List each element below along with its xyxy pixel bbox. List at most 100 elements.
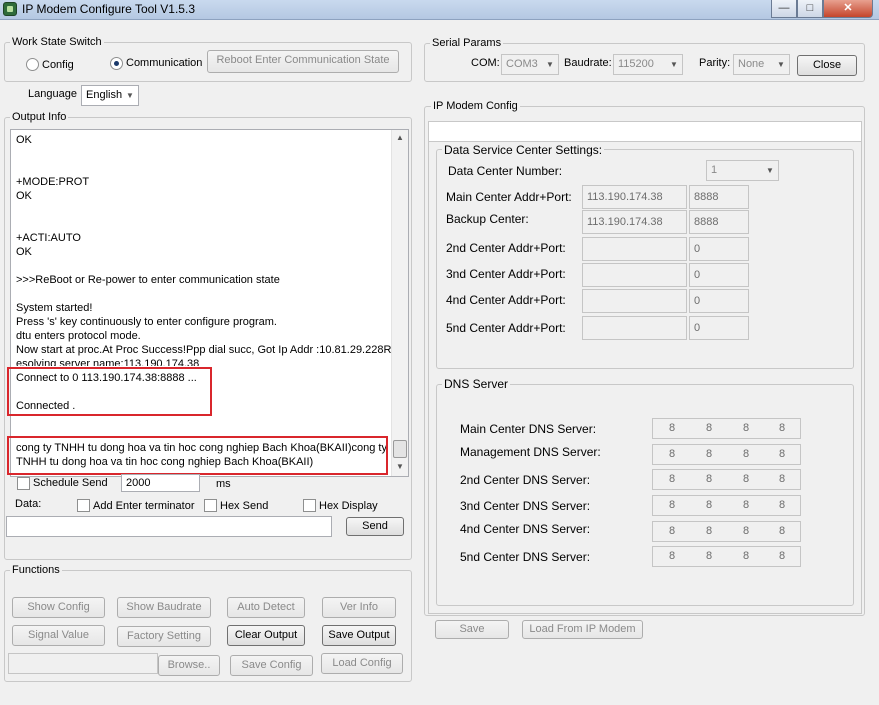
com-value: COM3 bbox=[506, 58, 538, 70]
dns-3-input[interactable]: 8 8 8 8 bbox=[652, 495, 801, 516]
ip-octet: 8 bbox=[778, 550, 786, 562]
center-4-addr-input[interactable] bbox=[582, 289, 687, 313]
main-center-port-input[interactable]: 8888 bbox=[689, 185, 749, 209]
app-icon bbox=[3, 2, 17, 16]
backup-center-port-input[interactable]: 8888 bbox=[689, 210, 749, 234]
save-ipmodem-button[interactable]: Save bbox=[435, 620, 509, 639]
data-input[interactable] bbox=[6, 516, 332, 537]
hex-display-checkbox[interactable] bbox=[303, 499, 316, 512]
ip-octet: 8 bbox=[742, 550, 750, 562]
ipmodem-label: IP Modem Config bbox=[431, 100, 520, 112]
output-scrollbar[interactable]: ▲ ▼ bbox=[391, 130, 408, 476]
ip-octet: 8 bbox=[668, 550, 676, 562]
output-line: OK bbox=[16, 134, 32, 146]
config-file-path-input[interactable] bbox=[8, 653, 158, 674]
load-config-button[interactable]: Load Config bbox=[321, 653, 403, 674]
main-center-label: Main Center Addr+Port: bbox=[446, 190, 572, 204]
output-text-area[interactable]: OK +MODE:PROT OK +ACTI:AUTO OK >>>ReBoot… bbox=[10, 129, 409, 477]
add-terminator-label: Add Enter terminator bbox=[93, 500, 195, 512]
reboot-communication-button[interactable]: Reboot Enter Communication State bbox=[207, 50, 399, 73]
ip-octet: 8 bbox=[705, 473, 713, 485]
send-button[interactable]: Send bbox=[346, 517, 404, 536]
browse-button[interactable]: Browse.. bbox=[158, 655, 220, 676]
signal-value-button[interactable]: Signal Value bbox=[12, 625, 105, 646]
output-label: Output Info bbox=[10, 111, 69, 123]
show-baudrate-button[interactable]: Show Baudrate bbox=[117, 597, 211, 618]
language-label: Language bbox=[28, 88, 77, 100]
baudrate-label: Baudrate: bbox=[564, 57, 612, 69]
center-2-addr-input[interactable] bbox=[582, 237, 687, 261]
minimize-button[interactable]: — bbox=[771, 0, 797, 18]
schedule-interval-input[interactable]: 2000 bbox=[121, 474, 200, 492]
baudrate-select[interactable]: 115200 ▼ bbox=[613, 54, 683, 75]
ip-octet: 8 bbox=[742, 448, 750, 460]
language-select[interactable]: English ▼ bbox=[81, 85, 139, 106]
scroll-up-icon[interactable]: ▲ bbox=[396, 133, 404, 142]
ip-octet: 8 bbox=[742, 422, 750, 434]
clear-output-button[interactable]: Clear Output bbox=[227, 625, 305, 646]
center-4-label: 4nd Center Addr+Port: bbox=[446, 293, 566, 307]
show-config-button[interactable]: Show Config bbox=[12, 597, 105, 618]
ip-octet: 8 bbox=[742, 499, 750, 511]
hex-send-label: Hex Send bbox=[220, 500, 269, 512]
dc-number-select[interactable]: 1 ▼ bbox=[706, 160, 779, 181]
hex-display-label: Hex Display bbox=[319, 500, 378, 512]
dsc-label: Data Service Center Settings: bbox=[442, 143, 605, 157]
com-select[interactable]: COM3 ▼ bbox=[501, 54, 559, 75]
maximize-button[interactable]: □ bbox=[797, 0, 823, 18]
schedule-unit-label: ms bbox=[216, 478, 231, 490]
center-2-port-input[interactable]: 0 bbox=[689, 237, 749, 261]
ip-octet: 8 bbox=[668, 499, 676, 511]
dns-main-input[interactable]: 8 8 8 8 bbox=[652, 418, 801, 439]
close-port-button[interactable]: Close bbox=[797, 55, 857, 76]
chevron-down-icon: ▼ bbox=[546, 60, 554, 69]
schedule-send-checkbox[interactable] bbox=[17, 477, 30, 490]
chevron-down-icon: ▼ bbox=[126, 91, 134, 100]
save-output-button[interactable]: Save Output bbox=[322, 625, 396, 646]
center-4-port-input[interactable]: 0 bbox=[689, 289, 749, 313]
save-config-button[interactable]: Save Config bbox=[230, 655, 313, 676]
ip-octet: 8 bbox=[778, 499, 786, 511]
window-title: IP Modem Configure Tool V1.5.3 bbox=[22, 2, 195, 16]
work-state-label: Work State Switch bbox=[10, 36, 104, 48]
dns-4-label: 4nd Center DNS Server: bbox=[460, 522, 591, 536]
close-window-button[interactable]: ✕ bbox=[823, 0, 873, 18]
factory-setting-button[interactable]: Factory Setting bbox=[117, 626, 211, 647]
ver-info-button[interactable]: Ver Info bbox=[322, 597, 396, 618]
ip-octet: 8 bbox=[778, 473, 786, 485]
dns-main-label: Main Center DNS Server: bbox=[460, 422, 597, 436]
center-3-label: 3nd Center Addr+Port: bbox=[446, 267, 566, 281]
main-center-addr-input[interactable]: 113.190.174.38 bbox=[582, 185, 687, 209]
ip-octet: 8 bbox=[742, 473, 750, 485]
config-radio[interactable] bbox=[26, 58, 39, 71]
dns-5-input[interactable]: 8 8 8 8 bbox=[652, 546, 801, 567]
center-3-port-input[interactable]: 0 bbox=[689, 263, 749, 287]
backup-center-addr-input[interactable]: 113.190.174.38 bbox=[582, 210, 687, 234]
auto-detect-button[interactable]: Auto Detect bbox=[227, 597, 305, 618]
chevron-down-icon: ▼ bbox=[670, 60, 678, 69]
config-radio-label: Config bbox=[42, 59, 74, 71]
ipmodem-tab-strip bbox=[428, 121, 862, 142]
center-5-addr-input[interactable] bbox=[582, 316, 687, 340]
scroll-down-icon[interactable]: ▼ bbox=[396, 462, 404, 471]
center-3-addr-input[interactable] bbox=[582, 263, 687, 287]
dns-2-input[interactable]: 8 8 8 8 bbox=[652, 469, 801, 490]
load-from-ipmodem-button[interactable]: Load From IP Modem bbox=[522, 620, 643, 639]
communication-radio[interactable] bbox=[110, 57, 123, 70]
ip-octet: 8 bbox=[778, 525, 786, 537]
dns-4-input[interactable]: 8 8 8 8 bbox=[652, 521, 801, 542]
parity-label: Parity: bbox=[699, 57, 731, 69]
dc-number-value: 1 bbox=[711, 164, 718, 176]
scroll-thumb[interactable] bbox=[393, 440, 407, 458]
data-label: Data: bbox=[15, 498, 42, 510]
add-terminator-checkbox[interactable] bbox=[77, 499, 90, 512]
hex-send-checkbox[interactable] bbox=[204, 499, 217, 512]
output-line: OK bbox=[16, 190, 32, 202]
output-line: Now start at proc.At Proc Success!Ppp di… bbox=[16, 344, 392, 356]
highlight-box-message bbox=[7, 436, 388, 475]
center-5-port-input[interactable]: 0 bbox=[689, 316, 749, 340]
parity-select[interactable]: None ▼ bbox=[733, 54, 790, 75]
dns-mgmt-input[interactable]: 8 8 8 8 bbox=[652, 444, 801, 465]
dns-3-label: 3nd Center DNS Server: bbox=[460, 499, 591, 513]
communication-radio-label: Communication bbox=[126, 57, 203, 69]
